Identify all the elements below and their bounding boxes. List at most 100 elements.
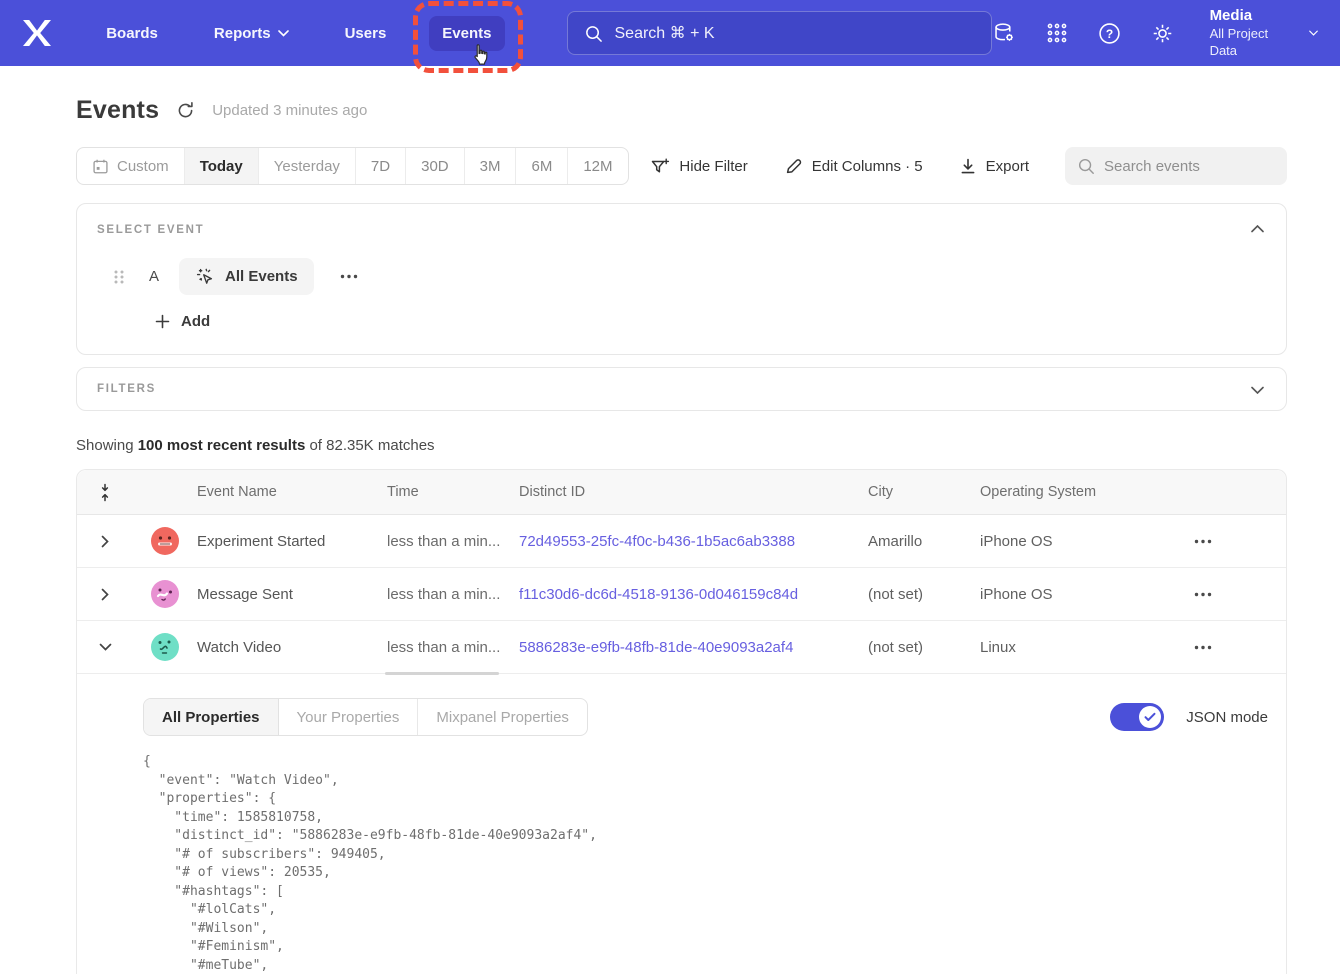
nav-item-label: Events (442, 25, 491, 42)
date-option-3m[interactable]: 3M (465, 148, 517, 184)
filters-label: FILTERS (97, 383, 156, 395)
select-event-label: SELECT EVENT (97, 224, 1266, 236)
cell-distinct-id-link[interactable]: f11c30d6-dc6d-4518-9136-0d046159c84d (519, 586, 868, 603)
event-row-letter: A (149, 268, 159, 285)
mixpanel-logo-icon[interactable] (22, 18, 53, 48)
results-count: 100 most recent results (138, 437, 306, 454)
row-options-button[interactable] (1176, 592, 1286, 597)
collapse-panel-button[interactable] (1246, 218, 1268, 240)
export-button[interactable]: Export (959, 157, 1029, 175)
cell-os: iPhone OS (980, 533, 1176, 550)
nav-item-events-active[interactable]: Events (429, 16, 504, 51)
json-mode-control: JSON mode (1110, 703, 1268, 731)
column-header-time[interactable]: Time (387, 484, 519, 500)
row-options-button[interactable] (1176, 539, 1286, 544)
tab-your-properties[interactable]: Your Properties (279, 699, 419, 735)
table-row[interactable]: Experiment Started less than a min... 72… (77, 515, 1286, 568)
results-summary: Showing 100 most recent results of 82.35… (76, 437, 1287, 454)
date-option-label: 12M (583, 158, 612, 175)
chevron-down-icon (1309, 29, 1318, 37)
apps-grid-icon[interactable] (1046, 21, 1068, 45)
tab-label: Your Properties (297, 709, 400, 726)
settings-gear-icon[interactable] (1151, 21, 1174, 45)
properties-tabs: All Properties Your Properties Mixpanel … (143, 698, 588, 736)
date-option-today[interactable]: Today (185, 148, 259, 184)
date-option-label: 7D (371, 158, 390, 175)
results-suffix: of 82.35K matches (305, 437, 434, 454)
column-header-city[interactable]: City (868, 484, 980, 500)
help-icon[interactable]: ? (1098, 21, 1121, 45)
cell-time: less than a min... (387, 533, 519, 550)
page-title: Events (76, 96, 159, 125)
cell-time: less than a min... (387, 586, 519, 603)
nav-item-label: Boards (106, 25, 158, 42)
event-click-icon (195, 267, 215, 287)
filters-panel: FILTERS (76, 367, 1287, 411)
edit-columns-button[interactable]: Edit Columns · 5 (784, 157, 923, 176)
nav-item-label: Users (345, 25, 387, 42)
project-name: Media (1210, 6, 1277, 26)
hand-cursor-icon (467, 42, 493, 68)
date-option-6m[interactable]: 6M (516, 148, 568, 184)
table-toolbar: Hide Filter Edit Columns · 5 Export (650, 147, 1287, 185)
svg-text:?: ? (1105, 26, 1112, 40)
navbar-right-cluster: ? Media All Project Data (992, 6, 1318, 59)
tab-all-properties[interactable]: All Properties (144, 699, 279, 735)
event-selector-chip[interactable]: All Events (179, 258, 314, 295)
selected-event-name: All Events (225, 268, 298, 285)
ellipsis-icon (1194, 539, 1212, 544)
event-avatar-icon (151, 527, 179, 555)
event-options-button[interactable] (340, 274, 358, 279)
data-management-icon[interactable] (992, 21, 1016, 45)
cell-distinct-id-link[interactable]: 5886283e-e9fb-48fb-81de-40e9093a2af4 (519, 639, 868, 656)
chevron-up-icon (1251, 225, 1264, 233)
controls-row: Custom Today Yesterday 7D 30D 3M 6M 12M (76, 147, 1287, 185)
ellipsis-icon (340, 274, 358, 279)
table-row-expanded[interactable]: Watch Video less than a min... 5886283e-… (77, 621, 1286, 674)
add-event-label: Add (181, 313, 210, 330)
search-icon (584, 24, 603, 43)
project-subtitle: All Project Data (1210, 26, 1277, 60)
chevron-down-icon (1251, 386, 1264, 394)
main-nav: Boards Reports Users Events (93, 16, 504, 51)
json-mode-toggle[interactable] (1110, 703, 1164, 731)
date-option-30d[interactable]: 30D (406, 148, 465, 184)
column-header-event-name[interactable]: Event Name (197, 484, 387, 500)
row-options-button[interactable] (1176, 645, 1286, 650)
event-properties-panel: All Properties Your Properties Mixpanel … (77, 674, 1286, 974)
add-event-button[interactable]: Add (155, 313, 1266, 330)
nav-item-users[interactable]: Users (332, 16, 400, 51)
expand-row-button[interactable] (101, 535, 109, 548)
refresh-icon[interactable] (176, 101, 195, 120)
project-switcher[interactable]: Media All Project Data (1210, 6, 1277, 59)
nav-item-boards[interactable]: Boards (93, 16, 171, 51)
ellipsis-icon (1194, 592, 1212, 597)
nav-item-reports[interactable]: Reports (201, 16, 302, 51)
column-header-distinct-id[interactable]: Distinct ID (519, 484, 868, 500)
chevron-down-icon (99, 643, 112, 651)
expand-filters-button[interactable] (1246, 379, 1268, 401)
events-page: Events Updated 3 minutes ago Custom Toda… (76, 96, 1287, 974)
column-header-os[interactable]: Operating System (980, 484, 1176, 500)
plus-icon (155, 314, 170, 329)
event-avatar-icon (151, 580, 179, 608)
date-option-yesterday[interactable]: Yesterday (259, 148, 356, 184)
table-row[interactable]: Message Sent less than a min... f11c30d6… (77, 568, 1286, 621)
hide-filter-button[interactable]: Hide Filter (650, 157, 747, 176)
collapse-all-rows-button[interactable] (98, 483, 112, 502)
date-option-7d[interactable]: 7D (356, 148, 406, 184)
drag-handle-icon[interactable] (111, 269, 127, 285)
cell-city: (not set) (868, 639, 980, 656)
search-events-input[interactable]: Search events (1065, 147, 1287, 185)
date-option-12m[interactable]: 12M (568, 148, 627, 184)
tab-label: All Properties (162, 709, 260, 726)
collapse-row-button[interactable] (99, 643, 112, 651)
global-search-input[interactable]: Search ⌘ + K (567, 11, 992, 55)
date-option-label: Yesterday (274, 158, 340, 175)
cell-distinct-id-link[interactable]: 72d49553-25fc-4f0c-b436-1b5ac6ab3388 (519, 533, 868, 550)
expand-row-button[interactable] (101, 588, 109, 601)
chevron-right-icon (101, 535, 109, 548)
tab-mixpanel-properties[interactable]: Mixpanel Properties (418, 699, 587, 735)
horizontal-scrollbar-thumb[interactable] (385, 672, 499, 675)
date-option-custom[interactable]: Custom (77, 148, 185, 184)
